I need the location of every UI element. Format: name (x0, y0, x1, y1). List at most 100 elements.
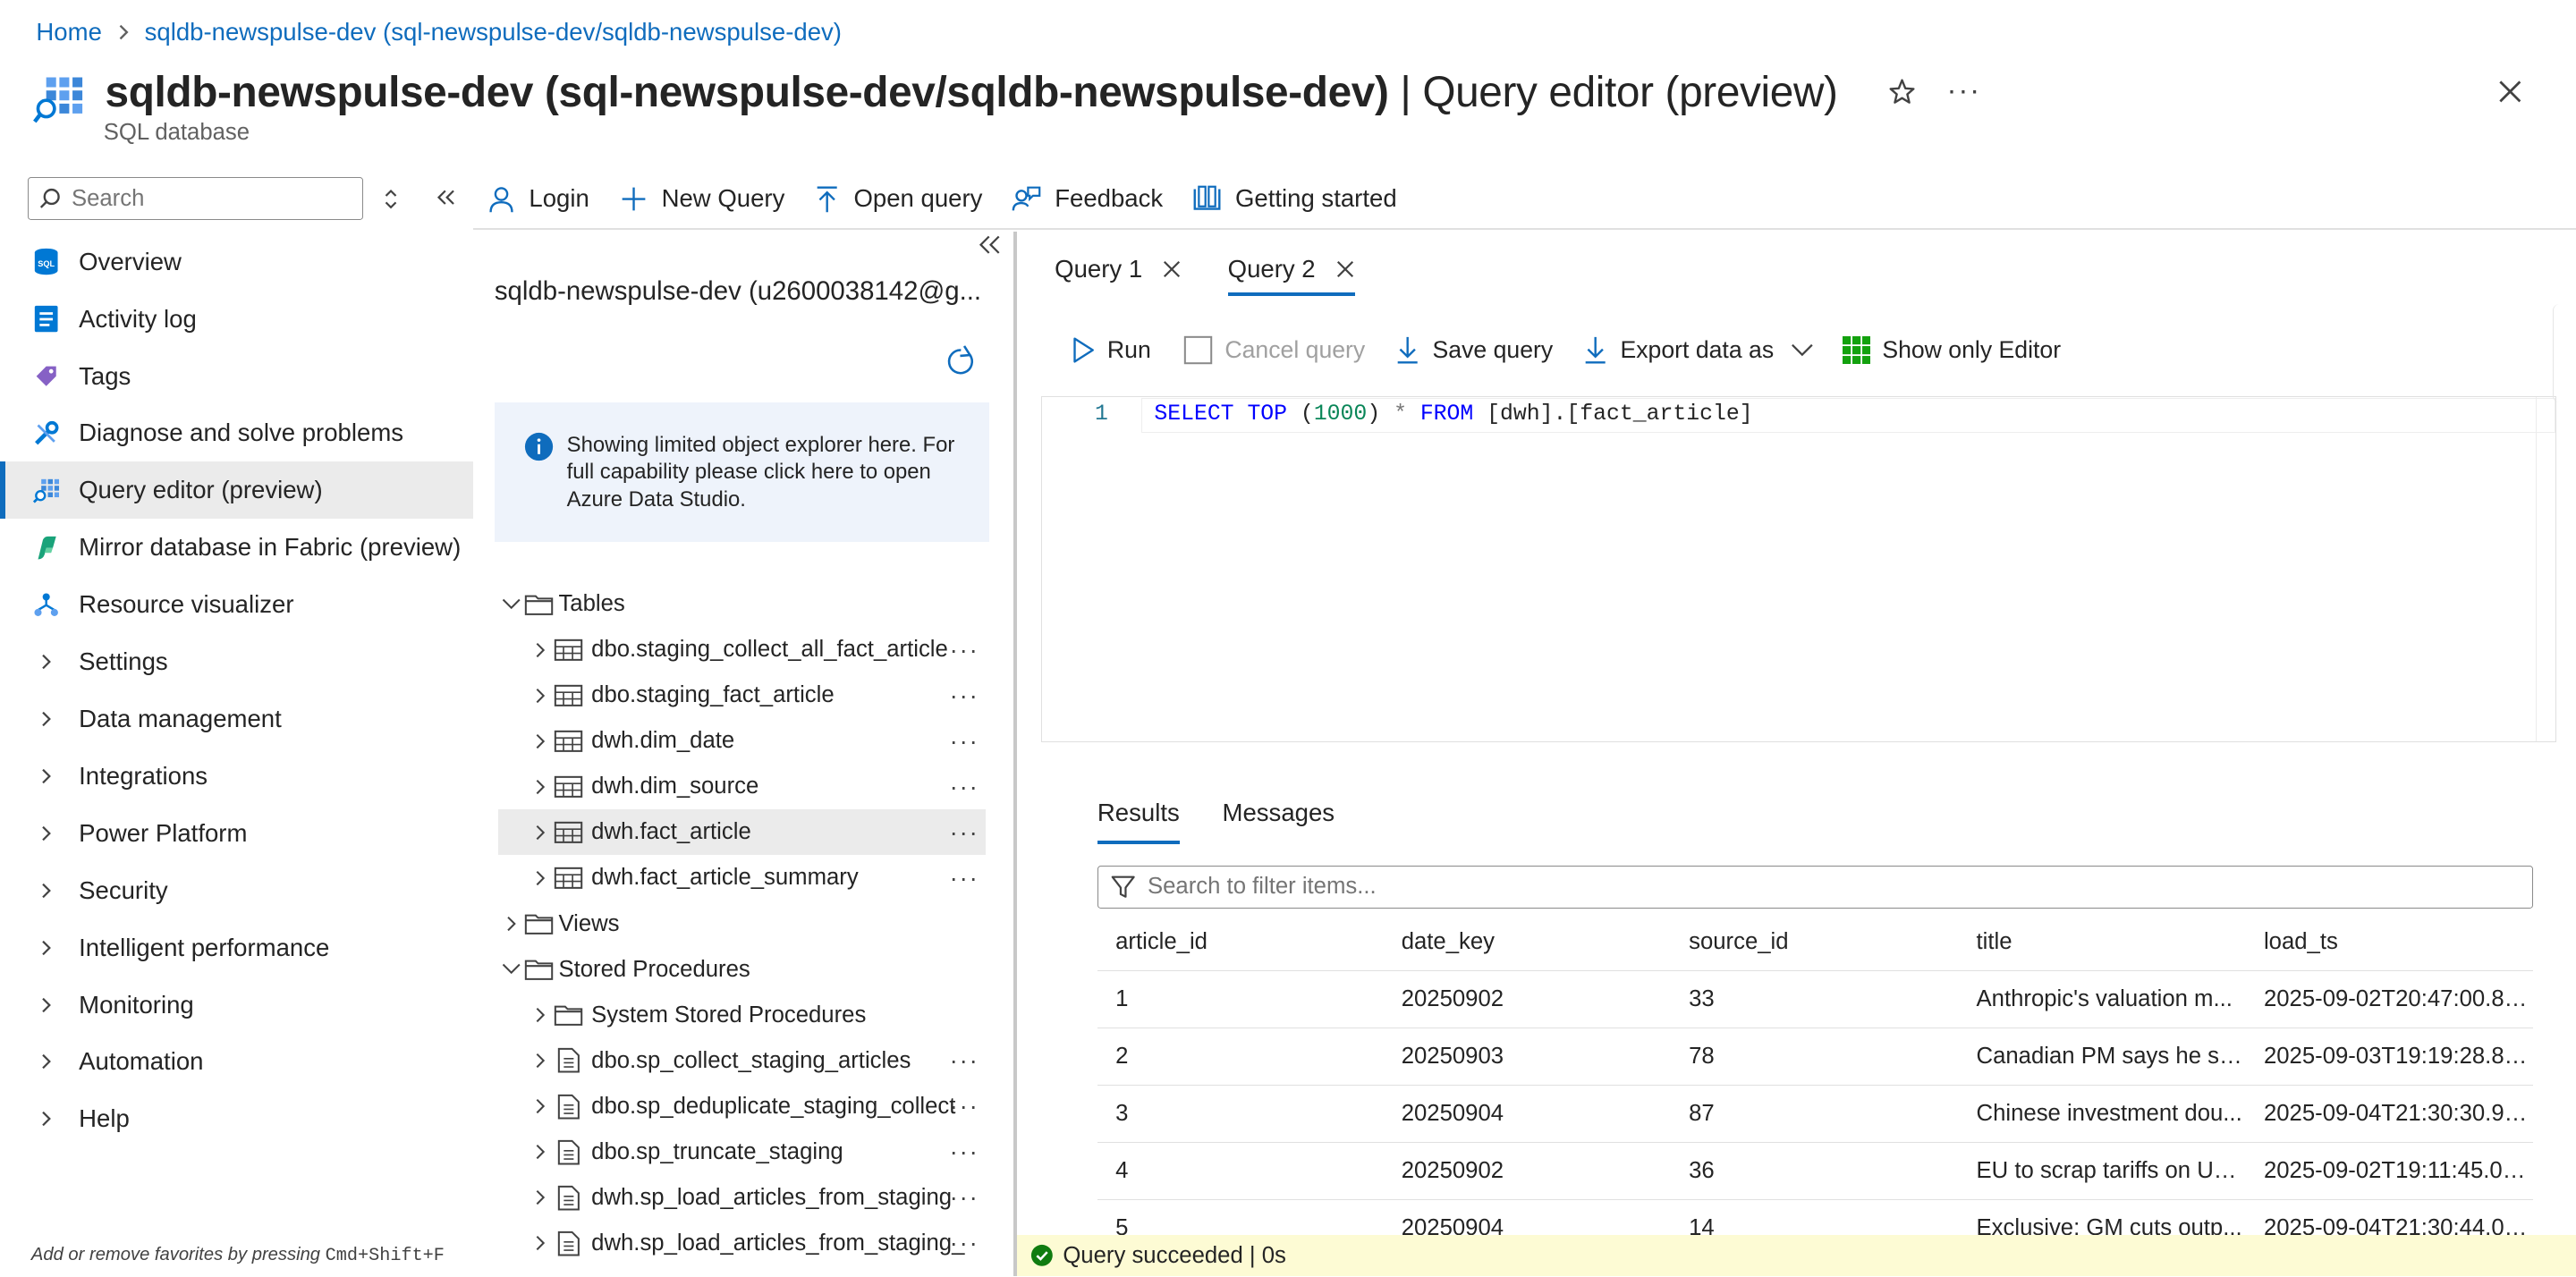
collapse-explorer-icon[interactable] (976, 232, 1002, 258)
nav-item-power-platform[interactable]: Power Platform (0, 805, 473, 862)
more-actions-button[interactable]: ··· (946, 672, 979, 718)
tree-node-table[interactable]: dwh.fact_article_summary ··· (498, 855, 986, 901)
grid-cell[interactable]: 20250903 (1383, 1028, 1671, 1086)
star-icon[interactable] (1887, 77, 1917, 106)
cancel-query-button[interactable]: Cancel query (1183, 335, 1365, 365)
getting-started-button[interactable]: Getting started (1192, 184, 1397, 214)
more-actions-button[interactable]: ··· (946, 718, 979, 764)
grid-cell[interactable]: Anthropic's valuation m... (1958, 970, 2246, 1028)
tree-node-table[interactable]: dbo.staging_fact_article ··· (498, 672, 986, 718)
grid-cell[interactable]: 3 (1097, 1085, 1384, 1143)
nav-item-diagnose[interactable]: Diagnose and solve problems (0, 405, 473, 462)
nav-item-query-editor[interactable]: Query editor (preview) (0, 461, 473, 520)
more-actions-button[interactable]: ··· (946, 1221, 979, 1266)
grid-cell[interactable]: 87 (1670, 1085, 1959, 1143)
breadcrumb-home[interactable]: Home (36, 18, 101, 47)
more-actions-button[interactable]: ··· (946, 764, 979, 809)
nav-item-settings[interactable]: Settings (0, 633, 473, 690)
tab-messages[interactable]: Messages (1223, 799, 1335, 841)
nav-item-automation[interactable]: Automation (0, 1033, 473, 1090)
info-banner[interactable]: Showing limited object explorer here. Fo… (494, 402, 989, 543)
grid-cell[interactable]: 2025-09-02T20:47:00.82... (2245, 970, 2534, 1028)
nav-item-security[interactable]: Security (0, 862, 473, 919)
save-query-button[interactable]: Save query (1394, 335, 1553, 365)
table-row[interactable]: 3 20250904 87 Chinese investment dou... … (1097, 1085, 2534, 1143)
more-options-button[interactable]: ··· (1946, 74, 1981, 108)
more-actions-button[interactable]: ··· (946, 627, 979, 672)
refresh-icon[interactable] (945, 344, 978, 378)
more-actions-button[interactable]: ··· (946, 855, 979, 901)
show-only-editor-button[interactable]: Show only Editor (1843, 335, 2061, 364)
tab-query-1[interactable]: Query 1 (1055, 247, 1182, 292)
nav-item-integrations[interactable]: Integrations (0, 748, 473, 805)
tree-node-procedure[interactable]: dwh.sp_load_articles_from_staging_ ··· (498, 1221, 986, 1266)
nav-item-help[interactable]: Help (0, 1090, 473, 1147)
grid-cell[interactable]: 2025-09-03T19:19:28.87... (2245, 1028, 2534, 1086)
tree-node-table[interactable]: dwh.dim_source ··· (498, 764, 986, 809)
close-tab-icon[interactable] (1162, 259, 1182, 279)
open-query-button[interactable]: Open query (814, 184, 982, 214)
nav-item-activity-log[interactable]: Activity log (0, 291, 473, 348)
tree-node-views[interactable]: Views (498, 901, 986, 947)
tree-node-tables[interactable]: Tables (498, 581, 986, 627)
editor-scrollbar[interactable] (2535, 396, 2555, 742)
tab-query-2[interactable]: Query 2 (1227, 247, 1356, 296)
tree-node-procedure[interactable]: dbo.sp_collect_staging_articles ··· (498, 1038, 986, 1084)
tree-node-procedure[interactable]: dwh.sp_load_articles_from_staging ··· (498, 1175, 986, 1221)
column-header[interactable]: source_id (1670, 913, 1959, 971)
results-filter[interactable] (1097, 865, 2534, 909)
grid-cell[interactable]: 4 (1097, 1142, 1384, 1200)
tab-results[interactable]: Results (1097, 799, 1180, 845)
grid-cell[interactable]: 20250902 (1383, 970, 1671, 1028)
grid-cell[interactable]: 2 (1097, 1028, 1384, 1086)
tree-node-procedure[interactable]: dbo.sp_truncate_staging ··· (498, 1129, 986, 1175)
column-header[interactable]: load_ts (2245, 913, 2534, 971)
login-button[interactable]: Login (487, 184, 589, 214)
close-tab-icon[interactable] (1335, 259, 1355, 279)
grid-cell[interactable]: 78 (1670, 1028, 1959, 1086)
nav-search[interactable] (28, 177, 363, 221)
grid-cell[interactable]: 2025-09-02T19:11:45.08... (2245, 1142, 2534, 1200)
grid-cell[interactable]: EU to scrap tariffs on US... (1958, 1142, 2246, 1200)
grid-cell[interactable]: 33 (1670, 970, 1959, 1028)
nav-item-intelligent-performance[interactable]: Intelligent performance (0, 919, 473, 977)
tree-node-table[interactable]: dwh.dim_date ··· (498, 718, 986, 764)
nav-search-input[interactable] (71, 185, 335, 212)
more-actions-button[interactable]: ··· (946, 1038, 979, 1084)
nav-item-mirror-fabric[interactable]: Mirror database in Fabric (preview) (0, 519, 473, 576)
results-filter-input[interactable] (1147, 874, 2462, 901)
tree-node-system-procedures[interactable]: System Stored Procedures (498, 993, 986, 1038)
more-actions-button[interactable]: ··· (946, 1175, 979, 1221)
feedback-button[interactable]: Feedback (1012, 184, 1163, 214)
tree-node-stored-procedures[interactable]: Stored Procedures (498, 947, 986, 993)
grid-cell[interactable]: 36 (1670, 1142, 1959, 1200)
grid-cell[interactable]: 20250904 (1383, 1085, 1671, 1143)
nav-item-tags[interactable]: Tags (0, 348, 473, 405)
grid-cell[interactable]: Canadian PM says he sp... (1958, 1028, 2246, 1086)
nav-item-monitoring[interactable]: Monitoring (0, 977, 473, 1034)
table-row[interactable]: 4 20250902 36 EU to scrap tariffs on US.… (1097, 1142, 2534, 1200)
nav-item-resource-visualizer[interactable]: Resource visualizer (0, 576, 473, 633)
run-button[interactable]: Run (1070, 335, 1151, 365)
table-row[interactable]: 1 20250902 33 Anthropic's valuation m...… (1097, 970, 2534, 1028)
grid-cell[interactable]: Chinese investment dou... (1958, 1085, 2246, 1143)
collapse-nav-icon[interactable] (434, 184, 457, 210)
more-actions-button[interactable]: ··· (946, 1129, 979, 1175)
column-header[interactable]: title (1958, 913, 2246, 971)
nav-item-data-management[interactable]: Data management (0, 690, 473, 748)
table-row[interactable]: 2 20250903 78 Canadian PM says he sp... … (1097, 1028, 2534, 1086)
export-data-button[interactable]: Export data as (1582, 335, 1813, 365)
new-query-button[interactable]: New Query (619, 184, 784, 214)
tree-node-procedure[interactable]: dbo.sp_deduplicate_staging_collect ··· (498, 1084, 986, 1129)
column-header[interactable]: article_id (1097, 913, 1384, 971)
sort-icon[interactable] (381, 186, 401, 212)
more-actions-button[interactable]: ··· (945, 809, 979, 856)
more-actions-button[interactable]: ··· (946, 1084, 979, 1129)
breadcrumb-current[interactable]: sqldb-newspulse-dev (sql-newspulse-dev/s… (145, 18, 842, 47)
pane-splitter[interactable] (1013, 231, 1017, 1277)
grid-cell[interactable]: 20250902 (1383, 1142, 1671, 1200)
close-icon[interactable] (2494, 75, 2527, 108)
tree-node-table-selected[interactable]: dwh.fact_article ··· (497, 809, 986, 856)
tree-node-table[interactable]: dbo.staging_collect_all_fact_article ··· (498, 627, 986, 672)
column-header[interactable]: date_key (1383, 913, 1671, 971)
